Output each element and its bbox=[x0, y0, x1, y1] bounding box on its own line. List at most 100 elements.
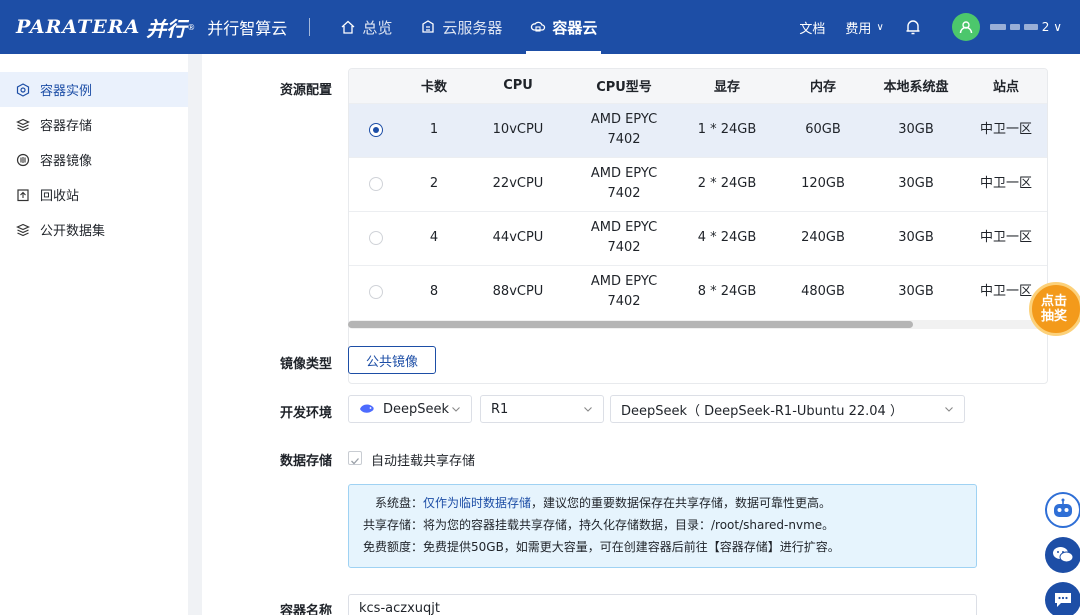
user-menu-chevron: 2 ∨ bbox=[1041, 20, 1062, 34]
cell-cpu-model: AMD EPYC 7402 bbox=[571, 210, 677, 265]
sidebar-item-container-instance[interactable]: 容器实例 bbox=[0, 72, 188, 107]
checkmark-icon bbox=[351, 458, 359, 465]
framework-select[interactable]: DeepSeek bbox=[348, 395, 472, 423]
info-system-disk-prefix: 系统盘： bbox=[375, 496, 424, 510]
sidebar-item-public-dataset[interactable]: 公开数据集 bbox=[0, 212, 188, 247]
info-line-system-disk: 系统盘：仅作为临时数据存储，建议您的重要数据保存在共享存储，数据可靠性更高。 bbox=[363, 492, 976, 514]
billing-label: 费用 bbox=[845, 21, 872, 37]
cell-memory: 60GB bbox=[777, 102, 869, 157]
sidebar-item-container-storage[interactable]: 容器存储 bbox=[0, 107, 188, 142]
image-select[interactable]: DeepSeek（ DeepSeek-R1-Ubuntu 22.04 ） bbox=[610, 395, 965, 423]
auto-mount-checkbox[interactable] bbox=[348, 451, 362, 465]
cell-local-disk: 30GB bbox=[869, 156, 963, 211]
user-menu[interactable]: 2 ∨ bbox=[989, 20, 1066, 34]
cpu-model-line1: AMD EPYC bbox=[590, 274, 658, 290]
info-line-shared-storage: 共享存储：将为您的容器挂载共享存储，持久化存储数据，目录：/root/share… bbox=[363, 518, 835, 532]
column-header-cards: 卡数 bbox=[403, 69, 465, 103]
cell-cards: 8 bbox=[403, 264, 465, 319]
column-header-local-disk: 本地系统盘 bbox=[869, 69, 963, 103]
table-row[interactable]: 8 88vCPU AMD EPYC 7402 8 * 24GB 480GB 30G… bbox=[349, 264, 1047, 319]
chevron-down-icon: ∨ bbox=[876, 21, 884, 33]
masked-username bbox=[989, 24, 1006, 30]
main-content: 资源配置 卡数 CPU CPU型号 显存 内存 本地系统盘 站点 1 10vCP… bbox=[202, 54, 1080, 615]
data-storage-label: 数据存储 bbox=[280, 454, 333, 469]
public-image-button[interactable]: 公共镜像 bbox=[348, 346, 436, 374]
cell-memory: 240GB bbox=[777, 210, 869, 265]
cell-site: 中卫一区 bbox=[963, 156, 1047, 211]
product-name: 并行智算云 bbox=[207, 19, 288, 38]
version-select[interactable]: R1 bbox=[480, 395, 604, 423]
sidebar-item-container-image[interactable]: 容器镜像 bbox=[0, 142, 188, 177]
nav-item-label: 云服务器 bbox=[442, 18, 503, 37]
top-navigation-bar: PARATERA 并行 ® 并行智算云 总览 云服务器 容器云 文档 费用 ∨ … bbox=[0, 0, 1080, 54]
wechat-button[interactable] bbox=[1045, 537, 1080, 573]
cell-vram: 2 * 24GB bbox=[677, 156, 777, 211]
sidebar-item-recycle-bin[interactable]: 回收站 bbox=[0, 177, 188, 212]
nav-divider bbox=[309, 18, 311, 36]
column-header-cpu: CPU bbox=[465, 69, 571, 103]
sidebar-item-label: 容器实例 bbox=[40, 84, 93, 99]
docs-link[interactable]: 文档 bbox=[799, 18, 825, 37]
table-horizontal-scrollbar[interactable] bbox=[348, 320, 1048, 329]
row-radio[interactable] bbox=[369, 284, 383, 299]
cpu-model-line2: 7402 bbox=[607, 294, 641, 310]
container-name-label: 容器名称 bbox=[280, 604, 333, 615]
row-radio[interactable] bbox=[369, 122, 383, 137]
cpu-model-line2: 7402 bbox=[607, 186, 641, 201]
avatar[interactable] bbox=[951, 13, 980, 41]
registered-mark: ® bbox=[187, 22, 196, 32]
bell-icon[interactable] bbox=[904, 18, 922, 36]
recycle-bin-icon bbox=[17, 188, 29, 201]
table-row[interactable]: 1 10vCPU AMD EPYC 7402 1 * 24GB 60GB 30GB… bbox=[349, 102, 1047, 157]
lottery-line1: 点击 bbox=[1040, 294, 1067, 309]
cell-site: 中卫一区 bbox=[963, 210, 1047, 265]
dataset-icon bbox=[16, 223, 30, 236]
chevron-down-icon bbox=[452, 407, 460, 412]
cell-cpu-model: AMD EPYC 7402 bbox=[571, 156, 677, 211]
sidebar-item-label: 容器存储 bbox=[40, 119, 93, 134]
dev-env-label: 开发环境 bbox=[280, 406, 333, 421]
image-disk-icon bbox=[16, 153, 30, 166]
cell-cards: 4 bbox=[403, 210, 465, 265]
cell-vram: 8 * 24GB bbox=[677, 264, 777, 319]
storage-stack-icon bbox=[16, 118, 30, 131]
sidebar-item-label: 回收站 bbox=[40, 189, 80, 204]
row-radio[interactable] bbox=[369, 230, 383, 245]
robot-assistant-button[interactable] bbox=[1045, 492, 1080, 528]
home-icon bbox=[341, 20, 355, 34]
cell-local-disk: 30GB bbox=[869, 102, 963, 157]
cell-cpu-model: AMD EPYC 7402 bbox=[571, 102, 677, 157]
column-header-vram: 显存 bbox=[677, 69, 777, 103]
cell-cards: 2 bbox=[403, 156, 465, 211]
scrollbar-thumb[interactable] bbox=[348, 321, 913, 328]
user-icon bbox=[959, 21, 972, 34]
container-name-input[interactable]: kcs-aczxuqjt bbox=[348, 594, 977, 615]
nav-item-container-cloud[interactable]: 容器云 bbox=[516, 0, 611, 54]
nav-item-label: 容器云 bbox=[552, 18, 598, 37]
table-header-row: 卡数 CPU CPU型号 显存 内存 本地系统盘 站点 bbox=[349, 69, 1047, 103]
nav-item-overview[interactable]: 总览 bbox=[326, 0, 406, 54]
row-radio[interactable] bbox=[369, 176, 383, 191]
cell-cpu-model: AMD EPYC 7402 bbox=[571, 264, 677, 319]
nav-item-label: 总览 bbox=[362, 18, 393, 37]
version-select-value: R1 bbox=[491, 401, 509, 417]
table-row[interactable]: 2 22vCPU AMD EPYC 7402 2 * 24GB 120GB 30G… bbox=[349, 156, 1047, 211]
cpu-model-line1: AMD EPYC bbox=[590, 166, 658, 181]
lottery-badge[interactable]: 点击 抽奖 bbox=[1029, 282, 1080, 336]
table-row[interactable]: 4 44vCPU AMD EPYC 7402 4 * 24GB 240GB 30G… bbox=[349, 210, 1047, 265]
brand[interactable]: PARATERA 并行 ® 并行智算云 bbox=[0, 0, 287, 54]
container-instance-icon bbox=[16, 82, 30, 97]
chat-support-button[interactable] bbox=[1045, 582, 1080, 615]
cell-cpu: 22vCPU bbox=[465, 156, 571, 211]
container-cloud-icon bbox=[531, 21, 546, 32]
cell-local-disk: 30GB bbox=[869, 210, 963, 265]
info-line-free-quota: 免费额度：免费提供50GB，如需更大容量，可在创建容器后前往【容器存储】进行扩容… bbox=[363, 540, 840, 554]
storage-info-box: 系统盘：仅作为临时数据存储，建议您的重要数据保存在共享存储，数据可靠性更高。 共… bbox=[348, 484, 977, 568]
brand-logo-cn: 并行 bbox=[146, 16, 187, 41]
sidebar: 容器实例 容器存储 容器镜像 回收站 公开数据集 bbox=[0, 54, 188, 615]
brand-logo: PARATERA bbox=[16, 16, 141, 38]
cell-vram: 4 * 24GB bbox=[677, 210, 777, 265]
nav-item-cloud-server[interactable]: 云服务器 bbox=[406, 0, 516, 54]
billing-menu[interactable]: 费用 ∨ bbox=[845, 18, 883, 37]
cell-site: 中卫一区 bbox=[963, 102, 1047, 157]
